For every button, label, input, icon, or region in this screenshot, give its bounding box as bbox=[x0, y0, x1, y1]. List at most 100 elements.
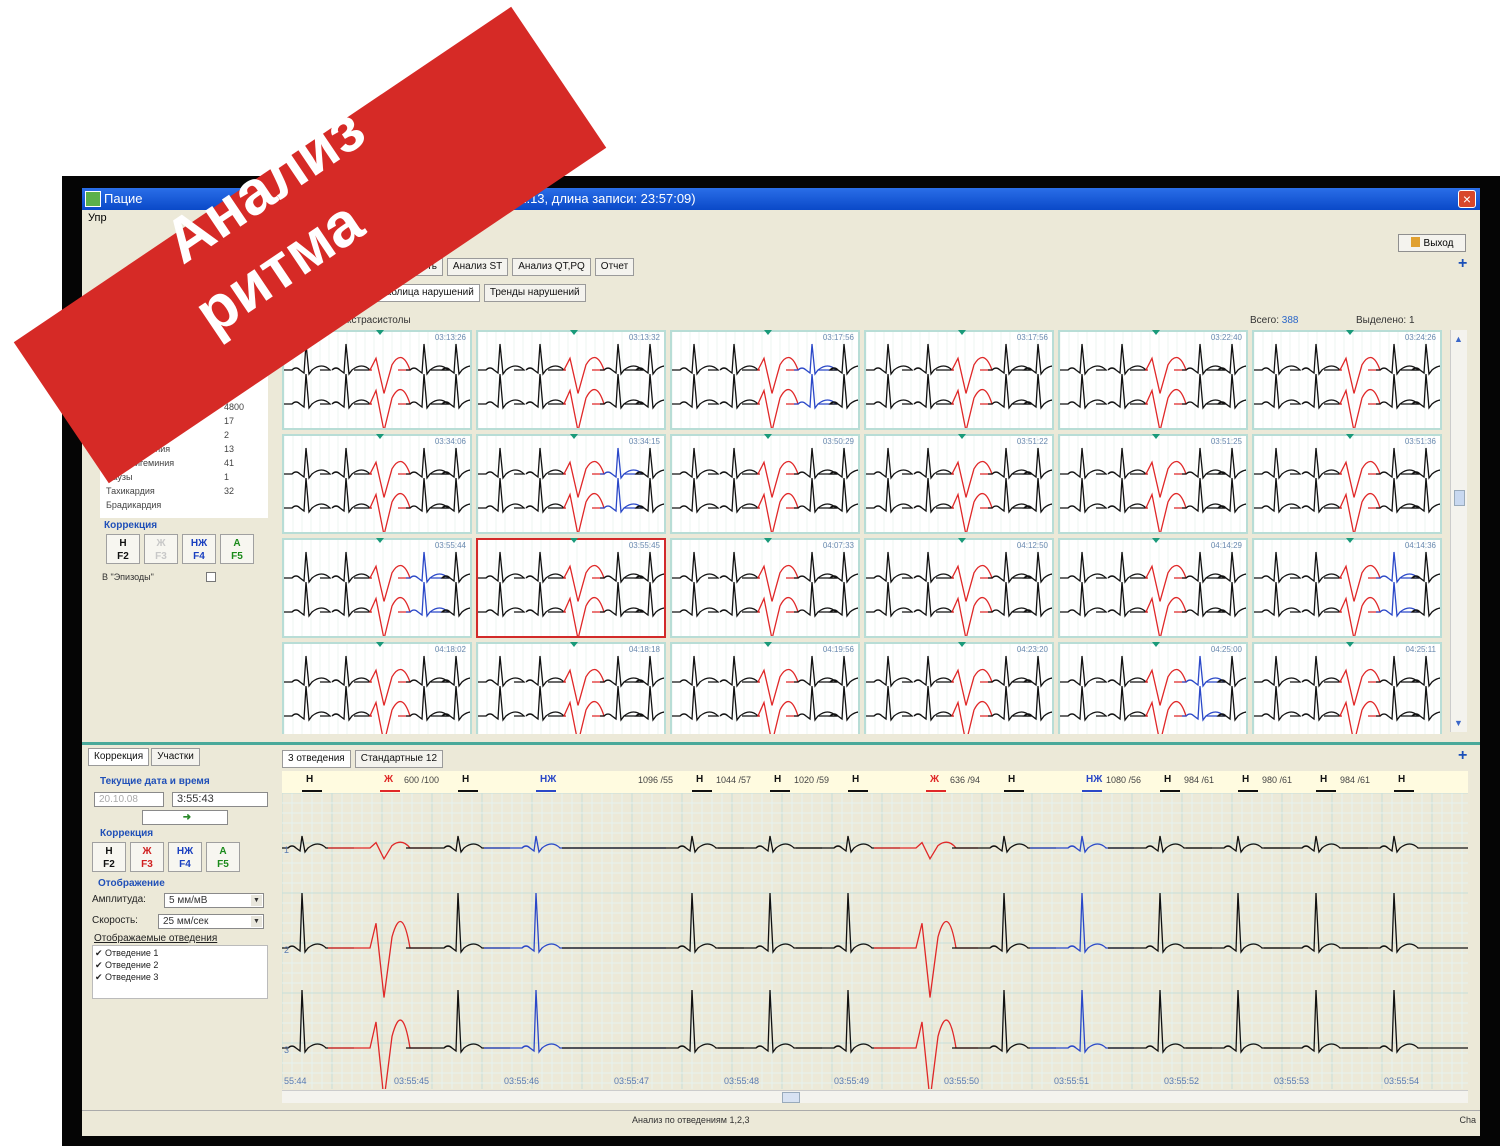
leads-list: ✔ Отведение 1 ✔ Отведение 2 ✔ Отведение … bbox=[92, 945, 268, 999]
thumbnail-trace bbox=[600, 581, 644, 618]
beat-thumbnail[interactable]: 03:51:36 bbox=[1252, 434, 1442, 534]
ecg-hscrollbar[interactable] bbox=[282, 1090, 1468, 1103]
beat-thumbnail[interactable]: 03:34:06 bbox=[282, 434, 472, 534]
supraventricular-beat-button[interactable]: НЖ F4 bbox=[182, 534, 216, 564]
beat-tick bbox=[1238, 790, 1258, 792]
beat-thumbnail[interactable]: 03:51:22 bbox=[864, 434, 1054, 534]
beat-thumbnail[interactable]: 03:51:25 bbox=[1058, 434, 1248, 534]
beat-thumbnail[interactable]: 03:13:32 bbox=[476, 330, 666, 430]
lead-item-1[interactable]: ✔ Отведение 1 bbox=[95, 948, 158, 959]
tab-segments[interactable]: Участки bbox=[151, 748, 200, 766]
beat-label[interactable]: Н bbox=[1242, 774, 1249, 785]
tab-3-leads[interactable]: 3 отведения bbox=[282, 750, 351, 768]
tab-report[interactable]: Отчет bbox=[594, 258, 635, 276]
thumbnail-trace bbox=[950, 356, 993, 394]
scroll-thumb[interactable] bbox=[1454, 490, 1465, 506]
tab-duration[interactable]: льность bbox=[394, 258, 443, 276]
grid-scrollbar[interactable]: ▲ ▼ bbox=[1450, 330, 1467, 732]
tab-st-analysis[interactable]: Анализ ST bbox=[446, 258, 509, 276]
beat-thumbnail[interactable]: 03:17:56 bbox=[670, 330, 860, 430]
beat-thumbnail[interactable]: 04:14:29 bbox=[1058, 538, 1248, 638]
episodes-checkbox[interactable] bbox=[206, 572, 216, 582]
beat-thumbnail[interactable]: 03:22:40 bbox=[1058, 330, 1248, 430]
menu-item[interactable]: Упр bbox=[88, 212, 107, 224]
thumbnail-time: 04:12:50 bbox=[1016, 541, 1048, 550]
close-icon[interactable]: × bbox=[1458, 190, 1476, 208]
stat-row[interactable]: Тахикардия 32 bbox=[100, 484, 268, 498]
beat-label[interactable]: Н bbox=[1008, 774, 1015, 785]
go-arrow-button[interactable]: ➜ bbox=[142, 810, 228, 825]
lead-1-trace bbox=[562, 835, 744, 854]
tab-correction[interactable]: Коррекция bbox=[88, 748, 150, 766]
stat-row[interactable]: систолы 4800 bbox=[100, 400, 268, 414]
thumbnail-ecg bbox=[478, 332, 664, 428]
tab-violations-trends[interactable]: Тренды нарушений bbox=[483, 284, 586, 302]
stat-row[interactable]: Ж. тахикардия 2 bbox=[100, 428, 268, 442]
stat-row[interactable]: НЖ. бигеминия 13 bbox=[100, 442, 268, 456]
hscroll-thumb[interactable] bbox=[782, 1092, 800, 1103]
exit-button[interactable]: Выход bbox=[1398, 234, 1466, 252]
beat-thumbnail[interactable]: 03:13:26 bbox=[282, 330, 472, 430]
date-field[interactable]: 20.10.08 bbox=[94, 792, 164, 807]
beat-thumbnail[interactable]: 03:55:45 bbox=[476, 538, 666, 638]
beat-thumbnail[interactable]: 03:50:29 bbox=[670, 434, 860, 534]
thumbnail-trace bbox=[756, 388, 799, 428]
beat-label[interactable]: Ж bbox=[930, 774, 939, 785]
add-icon[interactable]: + bbox=[1458, 256, 1467, 272]
beat-label[interactable]: Н bbox=[774, 774, 781, 785]
normal-beat-button[interactable]: Н F2 bbox=[106, 534, 140, 564]
timeline-tick: 03:55:47 bbox=[614, 1076, 650, 1086]
beat-thumbnail[interactable]: 04:25:00 bbox=[1058, 642, 1248, 734]
beat-thumbnail[interactable]: 03:24:26 bbox=[1252, 330, 1442, 430]
beat-thumbnail[interactable]: 04:19:56 bbox=[670, 642, 860, 734]
stat-row[interactable]: НЖ. тригеминия 41 bbox=[100, 456, 268, 470]
beat-thumbnail[interactable]: 03:17:56 bbox=[864, 330, 1054, 430]
stat-name: арные bbox=[106, 416, 133, 426]
lead-item-2[interactable]: ✔ Отведение 2 bbox=[95, 960, 158, 971]
beat-label[interactable]: Н bbox=[1320, 774, 1327, 785]
button-hotkey: F2 bbox=[117, 551, 129, 562]
artifact-button[interactable]: А F5 bbox=[220, 534, 254, 564]
scroll-down-icon[interactable]: ▼ bbox=[1454, 718, 1463, 728]
beat-label[interactable]: НЖ bbox=[540, 774, 556, 785]
beat-label[interactable]: Н bbox=[306, 774, 313, 785]
beat-thumbnail[interactable]: 04:07:33 bbox=[670, 538, 860, 638]
beat-thumbnail[interactable]: 04:25:11 bbox=[1252, 642, 1442, 734]
tab-standard-12[interactable]: Стандартные 12 bbox=[354, 750, 443, 768]
beat-label[interactable]: Н bbox=[696, 774, 703, 785]
thumbnail-ecg bbox=[866, 332, 1052, 428]
stat-row[interactable]: арные 17 bbox=[100, 414, 268, 428]
add-icon-lower[interactable]: + bbox=[1458, 748, 1467, 764]
ventricular-beat-button[interactable]: Ж F3 bbox=[130, 842, 164, 872]
stat-row[interactable]: 1 bbox=[100, 386, 268, 400]
artifact-button[interactable]: А F5 bbox=[206, 842, 240, 872]
beat-thumbnail[interactable]: 04:18:18 bbox=[476, 642, 666, 734]
tab-violations-table[interactable]: Таблица нарушений bbox=[374, 284, 480, 302]
stat-row[interactable]: Паузы 1 bbox=[100, 470, 268, 484]
beat-thumbnail[interactable]: 04:18:02 bbox=[282, 642, 472, 734]
ventricular-beat-button[interactable]: Ж F3 bbox=[144, 534, 178, 564]
thumbnail-trace bbox=[368, 668, 411, 706]
time-field[interactable]: 3:55:43 bbox=[172, 792, 268, 807]
supraventricular-beat-button[interactable]: НЖ F4 bbox=[168, 842, 202, 872]
beat-label[interactable]: Н bbox=[852, 774, 859, 785]
stat-row[interactable]: Брадикардия bbox=[100, 498, 268, 512]
lead-item-3[interactable]: ✔ Отведение 3 bbox=[95, 972, 158, 983]
ecg-strip[interactable]: 1 2 3 bbox=[281, 792, 1480, 1101]
amplitude-select[interactable]: 5 мм/мВ ▼ bbox=[164, 893, 264, 908]
scroll-up-icon[interactable]: ▲ bbox=[1454, 334, 1463, 344]
beat-thumbnail[interactable]: 04:23:20 bbox=[864, 642, 1054, 734]
speed-select[interactable]: 25 мм/сек ▼ bbox=[158, 914, 264, 929]
beat-thumbnail[interactable]: 03:55:44 bbox=[282, 538, 472, 638]
panel-divider[interactable] bbox=[82, 742, 1480, 745]
beat-label[interactable]: Н bbox=[1164, 774, 1171, 785]
normal-beat-button[interactable]: Н F2 bbox=[92, 842, 126, 872]
tab-qt-analysis[interactable]: Анализ QT,PQ bbox=[512, 258, 591, 276]
beat-thumbnail[interactable]: 04:14:36 bbox=[1252, 538, 1442, 638]
beat-label[interactable]: Ж bbox=[384, 774, 393, 785]
beat-thumbnail[interactable]: 04:12:50 bbox=[864, 538, 1054, 638]
beat-label[interactable]: Н bbox=[462, 774, 469, 785]
beat-label[interactable]: Н bbox=[1398, 774, 1405, 785]
beat-label[interactable]: НЖ bbox=[1086, 774, 1102, 785]
beat-thumbnail[interactable]: 03:34:15 bbox=[476, 434, 666, 534]
